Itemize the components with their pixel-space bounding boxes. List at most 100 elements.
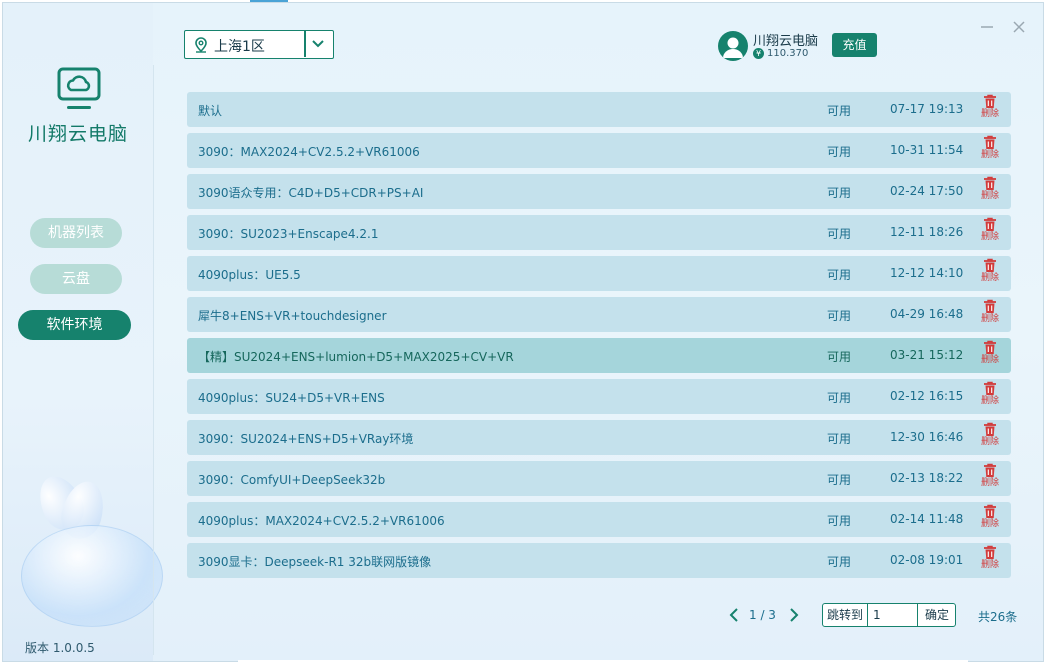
delete-label: 删除 xyxy=(980,519,999,529)
environment-status: 可用 xyxy=(827,309,852,323)
environment-name: 3090显卡：Deepseek-R1 32b联网版镜像 xyxy=(198,555,432,569)
environment-name: 3090：SU2023+Enscape4.2.1 xyxy=(198,227,379,241)
delete-button[interactable]: 删除 xyxy=(978,217,1002,249)
delete-button[interactable]: 删除 xyxy=(978,422,1002,454)
environment-time: 02-12 16:15 xyxy=(890,389,964,403)
environment-time: 02-24 17:50 xyxy=(890,184,964,198)
cloud-monitor-logo-icon xyxy=(57,67,101,109)
sidebar: 川翔云电脑 机器列表 云盘 软件环境 版本 1.0.0.5 xyxy=(3,3,163,661)
total-count: 共26条 xyxy=(978,610,1018,624)
environment-row[interactable]: 默认 可用 07-17 19:13 删除 xyxy=(187,92,1011,127)
environment-name: 3090：ComfyUI+DeepSeek32b xyxy=(198,473,386,487)
environment-time: 12-12 14:10 xyxy=(890,266,964,280)
environment-row[interactable]: 【精】SU2024+ENS+lumion+D5+MAX2025+CV+VR 可用 0… xyxy=(187,338,1011,373)
environment-row[interactable]: 4090plus：SU24+D5+VR+ENS 可用 02-12 16:15 删除 xyxy=(187,379,1011,414)
delete-label: 删除 xyxy=(980,109,999,119)
trash-icon xyxy=(984,217,996,231)
environment-row[interactable]: 3090：ComfyUI+DeepSeek32b 可用 02-13 18:22 删除 xyxy=(187,461,1011,496)
environment-status: 可用 xyxy=(827,391,852,405)
environment-time: 04-29 16:48 xyxy=(890,307,964,321)
delete-button[interactable]: 删除 xyxy=(978,381,1002,413)
environment-row[interactable]: 4090plus：MAX2024+CV2.5.2+VR61006 可用 02-14 … xyxy=(187,502,1011,537)
delete-button[interactable]: 删除 xyxy=(978,258,1002,290)
next-page-icon[interactable] xyxy=(788,607,800,623)
chevron-down-icon[interactable] xyxy=(311,38,325,50)
version-label: 版本 1.0.0.5 xyxy=(25,641,95,655)
delete-label: 删除 xyxy=(980,396,999,406)
environment-name: 犀牛8+ENS+VR+touchdesigner xyxy=(198,309,387,323)
dropdown-separator xyxy=(304,31,306,57)
page-indicator: 1 / 3 xyxy=(749,608,776,622)
environment-row[interactable]: 4090plus：UE5.5 可用 12-12 14:10 删除 xyxy=(187,256,1011,291)
environment-time: 07-17 19:13 xyxy=(890,102,964,116)
environment-name: 3090：SU2024+ENS+D5+VRay环境 xyxy=(198,432,414,446)
delete-button[interactable]: 删除 xyxy=(978,135,1002,167)
region-dropdown[interactable]: 上海1区 xyxy=(184,30,334,59)
minimize-icon[interactable] xyxy=(979,19,995,35)
environment-status: 可用 xyxy=(827,350,852,364)
delete-button[interactable]: 删除 xyxy=(978,463,1002,495)
delete-button[interactable]: 删除 xyxy=(978,545,1002,577)
trash-icon xyxy=(984,135,996,149)
environment-time: 03-21 15:12 xyxy=(890,348,964,362)
environment-time: 12-30 16:46 xyxy=(890,430,964,444)
bottom-strip xyxy=(238,660,968,666)
environment-time: 02-14 11:48 xyxy=(890,512,964,526)
sidebar-item-cloud-disk[interactable]: 云盘 xyxy=(30,264,122,294)
environment-name: 3090：MAX2024+CV2.5.2+VR61006 xyxy=(198,145,420,159)
environment-status: 可用 xyxy=(827,227,852,241)
trash-icon xyxy=(984,381,996,395)
environment-name: 【精】SU2024+ENS+lumion+D5+MAX2025+CV+VR xyxy=(198,350,514,364)
environment-status: 可用 xyxy=(827,432,852,446)
environment-status: 可用 xyxy=(827,145,852,159)
environment-name: 4090plus：MAX2024+CV2.5.2+VR61006 xyxy=(198,514,445,528)
environment-row[interactable]: 3090：SU2024+ENS+D5+VRay环境 可用 12-30 16:46 删除 xyxy=(187,420,1011,455)
delete-button[interactable]: 删除 xyxy=(978,299,1002,331)
page-jump-control: 跳转到 确定 xyxy=(822,603,956,627)
environment-row[interactable]: 3090显卡：Deepseek-R1 32b联网版镜像 可用 02-08 19:01… xyxy=(187,543,1011,578)
delete-button[interactable]: 删除 xyxy=(978,94,1002,126)
delete-button[interactable]: 删除 xyxy=(978,340,1002,372)
environment-name: 默认 xyxy=(198,104,223,118)
delete-button[interactable]: 删除 xyxy=(978,176,1002,208)
trash-icon xyxy=(984,422,996,436)
delete-label: 删除 xyxy=(980,150,999,160)
delete-label: 删除 xyxy=(980,191,999,201)
environment-status: 可用 xyxy=(827,268,852,282)
user-avatar-icon[interactable] xyxy=(718,31,748,61)
delete-label: 删除 xyxy=(980,232,999,242)
trash-icon xyxy=(984,176,996,190)
environment-time: 12-11 18:26 xyxy=(890,225,964,239)
location-pin-icon xyxy=(195,37,207,53)
environment-time: 02-13 18:22 xyxy=(890,471,964,485)
trash-icon xyxy=(984,94,996,108)
app-logo-text: 川翔云电脑 xyxy=(27,123,128,145)
trash-icon xyxy=(984,463,996,477)
environment-row[interactable]: 3090语众专用：C4D+D5+CDR+PS+AI 可用 02-24 17:50 删除 xyxy=(187,174,1011,209)
yuan-coin-icon: ¥ xyxy=(753,48,764,59)
delete-label: 删除 xyxy=(980,355,999,365)
previous-page-icon[interactable] xyxy=(728,607,740,623)
user-balance: ¥ 110.370 xyxy=(753,48,808,59)
region-value: 上海1区 xyxy=(214,39,265,55)
trash-icon xyxy=(984,340,996,354)
app-window: 川翔云电脑 机器列表 云盘 软件环境 版本 1.0.0.5 上海1区 川翔云电脑… xyxy=(2,2,1044,662)
delete-label: 删除 xyxy=(980,560,999,570)
environment-name: 4090plus：UE5.5 xyxy=(198,268,301,282)
jump-confirm-button[interactable]: 确定 xyxy=(917,604,955,626)
sidebar-item-machine-list[interactable]: 机器列表 xyxy=(30,218,122,248)
environment-time: 10-31 11:54 xyxy=(890,143,964,157)
environment-row[interactable]: 3090：SU2023+Enscape4.2.1 可用 12-11 18:26 删除 xyxy=(187,215,1011,250)
decorative-disc xyxy=(21,525,163,627)
recharge-button[interactable]: 充值 xyxy=(832,33,877,57)
environment-time: 02-08 19:01 xyxy=(890,553,964,567)
page-jump-input[interactable] xyxy=(868,604,917,626)
environment-row[interactable]: 3090：MAX2024+CV2.5.2+VR61006 可用 10-31 11:5… xyxy=(187,133,1011,168)
sidebar-item-software-env[interactable]: 软件环境 xyxy=(18,310,131,340)
jump-label: 跳转到 xyxy=(823,604,868,626)
close-icon[interactable] xyxy=(1011,19,1027,35)
delete-button[interactable]: 删除 xyxy=(978,504,1002,536)
environment-status: 可用 xyxy=(827,186,852,200)
delete-label: 删除 xyxy=(980,314,999,324)
environment-row[interactable]: 犀牛8+ENS+VR+touchdesigner 可用 04-29 16:48 删除 xyxy=(187,297,1011,332)
